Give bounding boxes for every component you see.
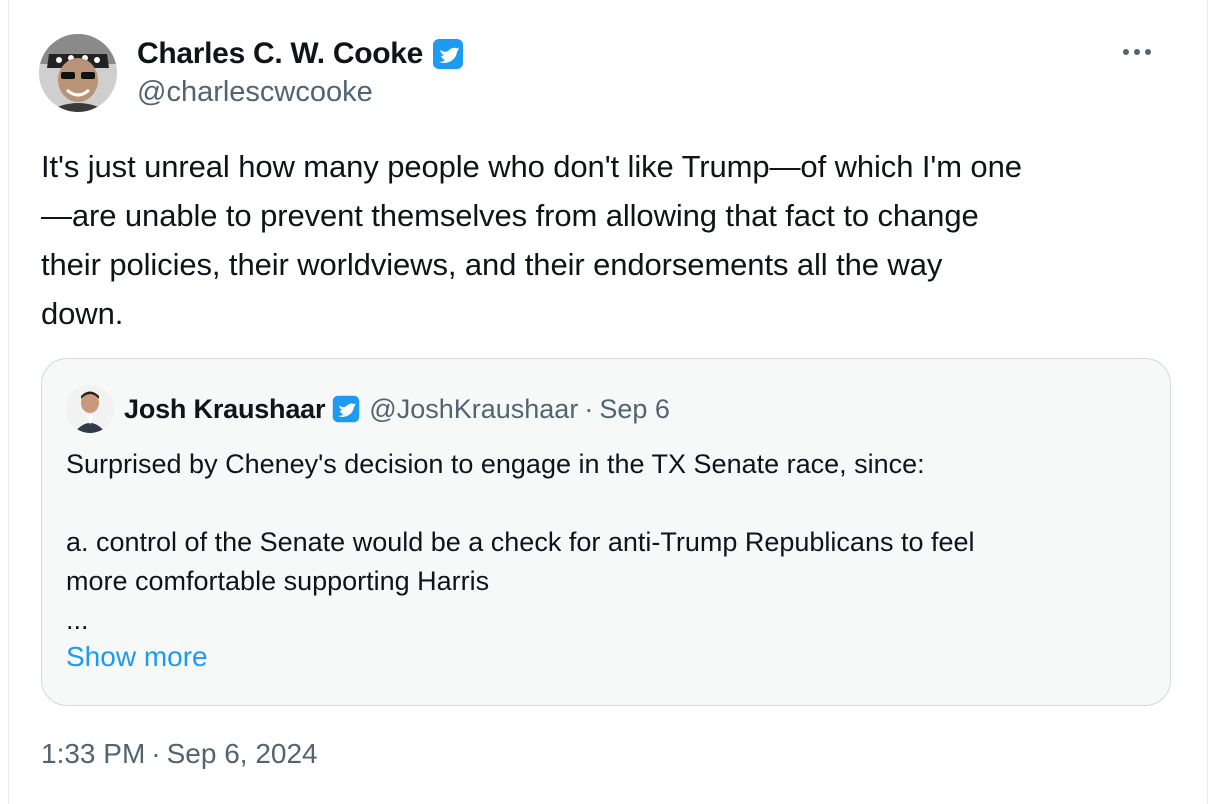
quote-author-avatar[interactable] [66,385,114,433]
verified-badge-icon[interactable] [431,37,465,71]
quote-author-handle[interactable]: @JoshKraushaar [369,394,578,425]
quote-date[interactable]: Sep 6 [599,394,670,425]
author-avatar[interactable] [39,34,117,112]
quote-header: Josh Kraushaar @JoshKraushaar · Sep 6 [124,389,670,429]
quoted-tweet[interactable]: Josh Kraushaar @JoshKraushaar · Sep 6 Su… [41,358,1171,706]
tweet-timestamp[interactable]: 1:33 PM · Sep 6, 2024 [41,738,318,770]
show-more-link[interactable]: Show more [66,641,208,673]
author-handle[interactable]: @charlescwcooke [137,76,373,109]
more-options-icon[interactable] [1117,40,1157,64]
verified-badge-icon[interactable] [331,394,361,424]
separator-dot: · [151,738,161,769]
more-dot [1123,49,1129,55]
tweet-text: It's just unreal how many people who don… [41,149,1022,331]
more-dot [1145,49,1151,55]
tweet-card: Charles C. W. Cooke @charlescwcooke It's… [8,0,1208,804]
quote-author-display-name[interactable]: Josh Kraushaar [124,394,325,425]
quote-text: Surprised by Cheney's decision to engage… [66,449,975,635]
author-avatar-image [39,34,117,112]
tweet-time[interactable]: 1:33 PM [41,738,145,770]
author-name-row: Charles C. W. Cooke [137,36,465,72]
separator-dot: · [584,393,594,424]
author-display-name[interactable]: Charles C. W. Cooke [137,37,423,71]
tweet-date[interactable]: Sep 6, 2024 [167,738,318,770]
more-dot [1134,49,1140,55]
